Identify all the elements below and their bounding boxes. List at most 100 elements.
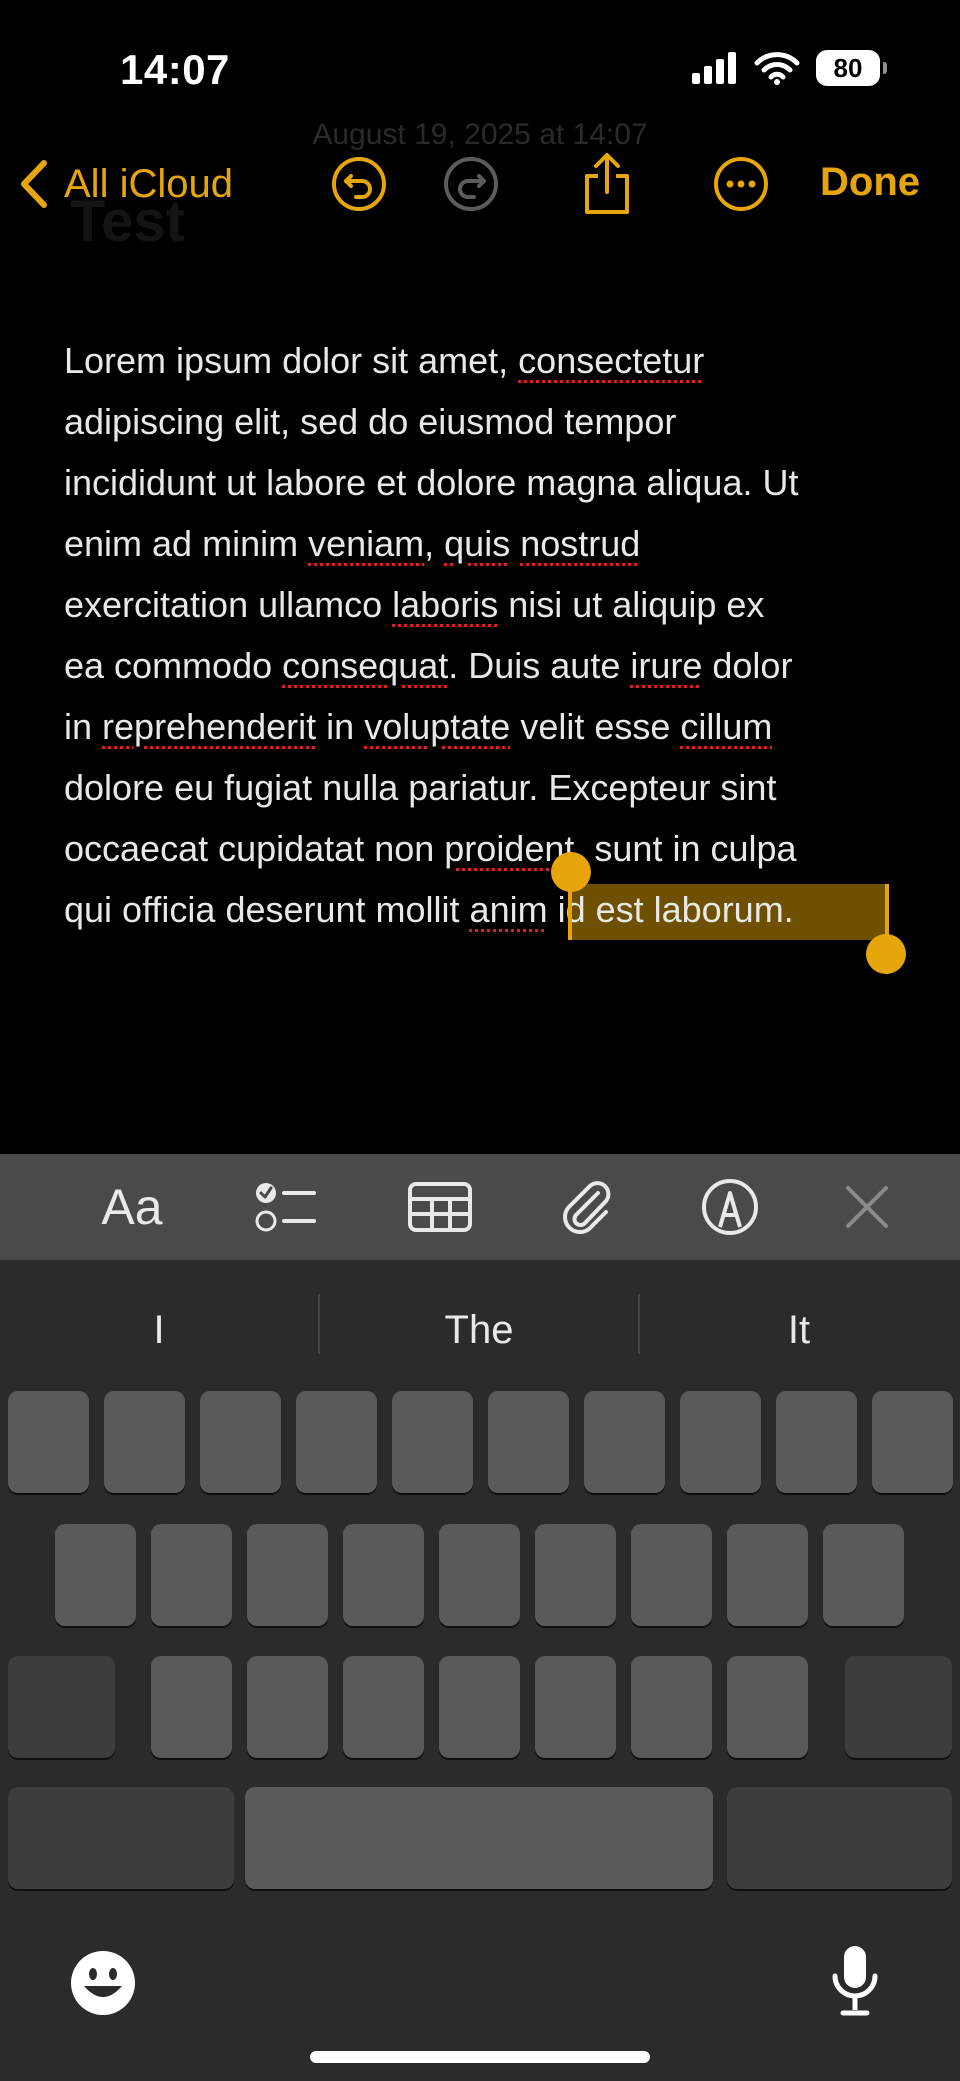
key-row3[interactable] bbox=[343, 1656, 424, 1758]
checklist-button[interactable] bbox=[246, 1168, 326, 1246]
attachment-button[interactable] bbox=[546, 1168, 626, 1246]
misspelled-word: consectetur bbox=[518, 340, 705, 381]
text-run: exercitation ullamco bbox=[64, 584, 393, 625]
close-format-bar-button[interactable] bbox=[827, 1168, 907, 1246]
note-line: dolore eu fugiat nulla pariatur. Excepte… bbox=[64, 757, 920, 818]
key-row1[interactable] bbox=[296, 1391, 377, 1493]
key-row1[interactable] bbox=[584, 1391, 665, 1493]
note-line: exercitation ullamco laboris nisi ut ali… bbox=[64, 574, 920, 635]
redo-icon bbox=[444, 157, 498, 211]
share-icon bbox=[585, 153, 629, 214]
key-row1[interactable] bbox=[776, 1391, 857, 1493]
key-row2[interactable] bbox=[151, 1524, 232, 1626]
key-row2[interactable] bbox=[823, 1524, 904, 1626]
note-line: occaecat cupidatat non proident, sunt in… bbox=[64, 818, 920, 879]
misspelled-word: cillum bbox=[680, 706, 773, 747]
markup-button[interactable] bbox=[690, 1168, 770, 1246]
back-button[interactable]: All iCloud bbox=[18, 154, 233, 214]
key-row1[interactable] bbox=[200, 1391, 281, 1493]
paperclip-icon bbox=[563, 1181, 611, 1234]
selection-end-caret bbox=[885, 884, 889, 940]
misspelled-word: quis bbox=[444, 523, 511, 564]
more-icon bbox=[714, 157, 768, 211]
checklist-icon bbox=[255, 1183, 316, 1232]
key-row2[interactable] bbox=[247, 1524, 328, 1626]
key-row2[interactable] bbox=[727, 1524, 808, 1626]
numbers-key[interactable] bbox=[8, 1787, 234, 1889]
more-button[interactable] bbox=[706, 148, 776, 220]
key-row2[interactable] bbox=[439, 1524, 520, 1626]
key-row3[interactable] bbox=[151, 1656, 232, 1758]
delete-key[interactable] bbox=[845, 1656, 952, 1758]
text-run: id est laborum. bbox=[547, 889, 794, 930]
key-row1[interactable] bbox=[392, 1391, 473, 1493]
misspelled-word: laboris bbox=[392, 584, 499, 625]
text-run: dolor bbox=[702, 645, 793, 686]
format-bar: Aa bbox=[0, 1154, 960, 1260]
notes-toolbar: All iCloud Done bbox=[0, 148, 960, 220]
misspelled-word: irure bbox=[630, 645, 703, 686]
share-button[interactable] bbox=[572, 148, 642, 220]
shift-key[interactable] bbox=[8, 1656, 115, 1758]
battery-level: 80 bbox=[833, 52, 863, 83]
text-run: velit esse bbox=[510, 706, 681, 747]
microphone-icon[interactable] bbox=[830, 1944, 880, 2018]
table-button[interactable] bbox=[400, 1168, 480, 1246]
note-body-text[interactable]: Lorem ipsum dolor sit amet, consectetur a… bbox=[64, 330, 920, 940]
return-key[interactable] bbox=[727, 1787, 952, 1889]
key-row2[interactable] bbox=[55, 1524, 136, 1626]
text-run: in bbox=[316, 706, 365, 747]
key-row1[interactable] bbox=[488, 1391, 569, 1493]
chevron-left-icon bbox=[21, 160, 47, 208]
key-row3[interactable] bbox=[439, 1656, 520, 1758]
key-row3[interactable] bbox=[535, 1656, 616, 1758]
text-run: ea commodo bbox=[64, 645, 283, 686]
selection-end-handle[interactable] bbox=[866, 934, 906, 974]
text-run: , bbox=[424, 523, 445, 564]
note-date: August 19, 2025 at 14:07 bbox=[312, 118, 648, 151]
text-run: occaecat cupidatat non bbox=[64, 828, 445, 869]
back-label: All iCloud bbox=[64, 161, 233, 206]
space-key[interactable] bbox=[245, 1787, 713, 1889]
emoji-icon[interactable] bbox=[70, 1950, 136, 2016]
key-row1[interactable] bbox=[680, 1391, 761, 1493]
text-format-icon: Aa bbox=[101, 1179, 163, 1235]
suggestion-2[interactable]: The bbox=[320, 1308, 638, 1353]
text-run: dolore eu fugiat nulla pariatur. Excepte… bbox=[64, 767, 777, 808]
key-row3[interactable] bbox=[247, 1656, 328, 1758]
selection-start-handle[interactable] bbox=[551, 852, 591, 892]
text-run: qui officia deserunt mollit bbox=[64, 889, 470, 930]
text-run: , sunt in culpa bbox=[574, 828, 797, 869]
misspelled-word: voluptate bbox=[364, 706, 511, 747]
key-row3[interactable] bbox=[727, 1656, 808, 1758]
key-row1[interactable] bbox=[872, 1391, 953, 1493]
note-line: ea commodo consequat. Duis aute irure do… bbox=[64, 635, 920, 696]
note-line: incididunt ut labore et dolore magna ali… bbox=[64, 452, 920, 513]
misspelled-word: reprehenderit bbox=[102, 706, 317, 747]
key-row1[interactable] bbox=[8, 1391, 89, 1493]
key-row3[interactable] bbox=[631, 1656, 712, 1758]
suggestion-1[interactable]: I bbox=[0, 1308, 318, 1353]
text-run: adipiscing elit, sed do eiusmod tempor bbox=[64, 401, 677, 442]
key-row2[interactable] bbox=[535, 1524, 616, 1626]
table-icon bbox=[408, 1182, 472, 1232]
battery-icon: 80 bbox=[816, 50, 887, 86]
suggestion-3[interactable]: It bbox=[640, 1308, 958, 1353]
status-time: 14:07 bbox=[120, 46, 230, 93]
key-row2[interactable] bbox=[631, 1524, 712, 1626]
text-run: in bbox=[64, 706, 103, 747]
undo-button[interactable] bbox=[324, 148, 394, 220]
text-format-button[interactable]: Aa bbox=[92, 1168, 172, 1246]
key-row2[interactable] bbox=[343, 1524, 424, 1626]
cellular-signal-icon bbox=[692, 52, 736, 84]
note-line: adipiscing elit, sed do eiusmod tempor bbox=[64, 391, 920, 452]
text-run: Lorem ipsum dolor sit amet, bbox=[64, 340, 519, 381]
undo-icon bbox=[332, 157, 386, 211]
misspelled-word: nostrud bbox=[520, 523, 641, 564]
misspelled-word: anim bbox=[469, 889, 548, 930]
redo-button[interactable] bbox=[436, 148, 506, 220]
misspelled-word: consequat bbox=[282, 645, 449, 686]
done-button[interactable]: Done bbox=[820, 160, 920, 205]
key-row1[interactable] bbox=[104, 1391, 185, 1493]
status-icons: 80 bbox=[692, 50, 887, 86]
